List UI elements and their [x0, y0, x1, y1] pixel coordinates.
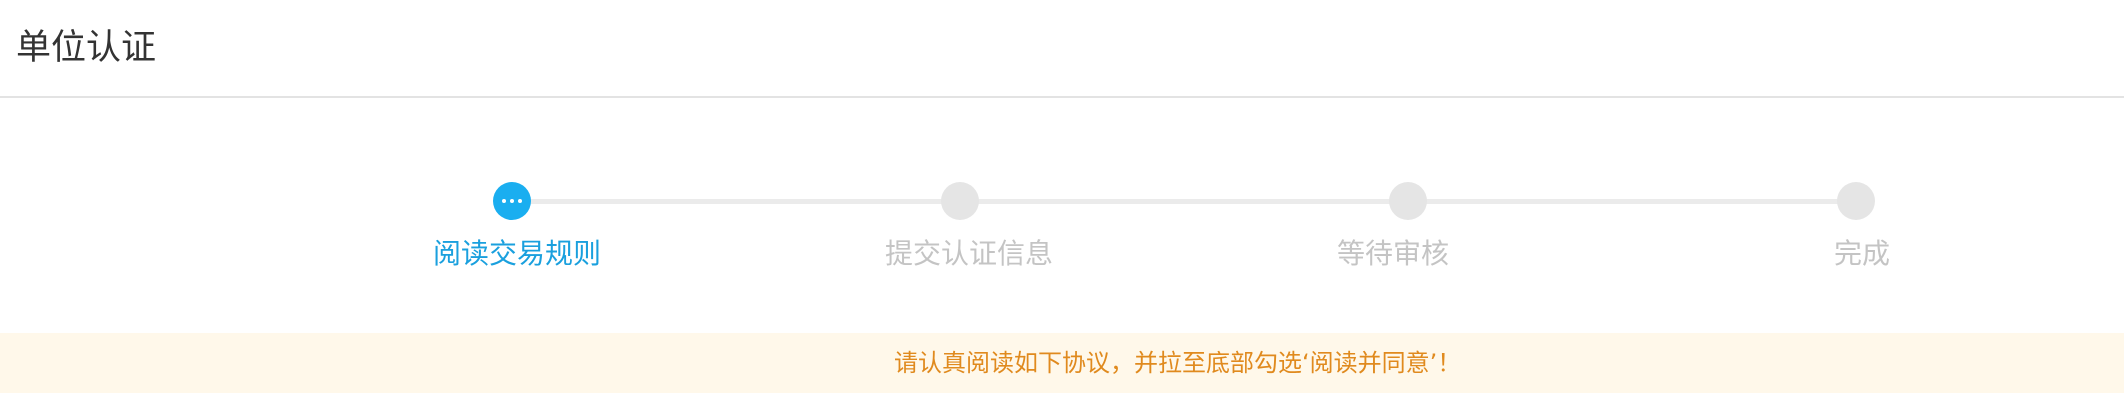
step-connector-2 [978, 199, 1406, 204]
step-1-indicator [493, 182, 531, 220]
step-connector-1 [530, 199, 960, 204]
step-1-label: 阅读交易规则 [432, 237, 602, 270]
step-4-label: 完成 [1833, 237, 1891, 270]
step-3-label: 等待审核 [1336, 237, 1450, 270]
step-connector-3 [1426, 199, 1856, 204]
step-4-indicator [1837, 182, 1875, 220]
more-dots-icon [493, 182, 531, 220]
step-3-indicator [1389, 182, 1427, 220]
step-2-indicator [941, 182, 979, 220]
notice-banner: 请认真阅读如下协议，并拉至底部勾选‘阅读并同意’！ [0, 333, 2124, 393]
notice-text: 请认真阅读如下协议，并拉至底部勾选‘阅读并同意’！ [894, 349, 1462, 377]
progress-steps: 阅读交易规则 提交认证信息 等待审核 完成 [0, 0, 2124, 300]
step-2-label: 提交认证信息 [884, 237, 1054, 270]
